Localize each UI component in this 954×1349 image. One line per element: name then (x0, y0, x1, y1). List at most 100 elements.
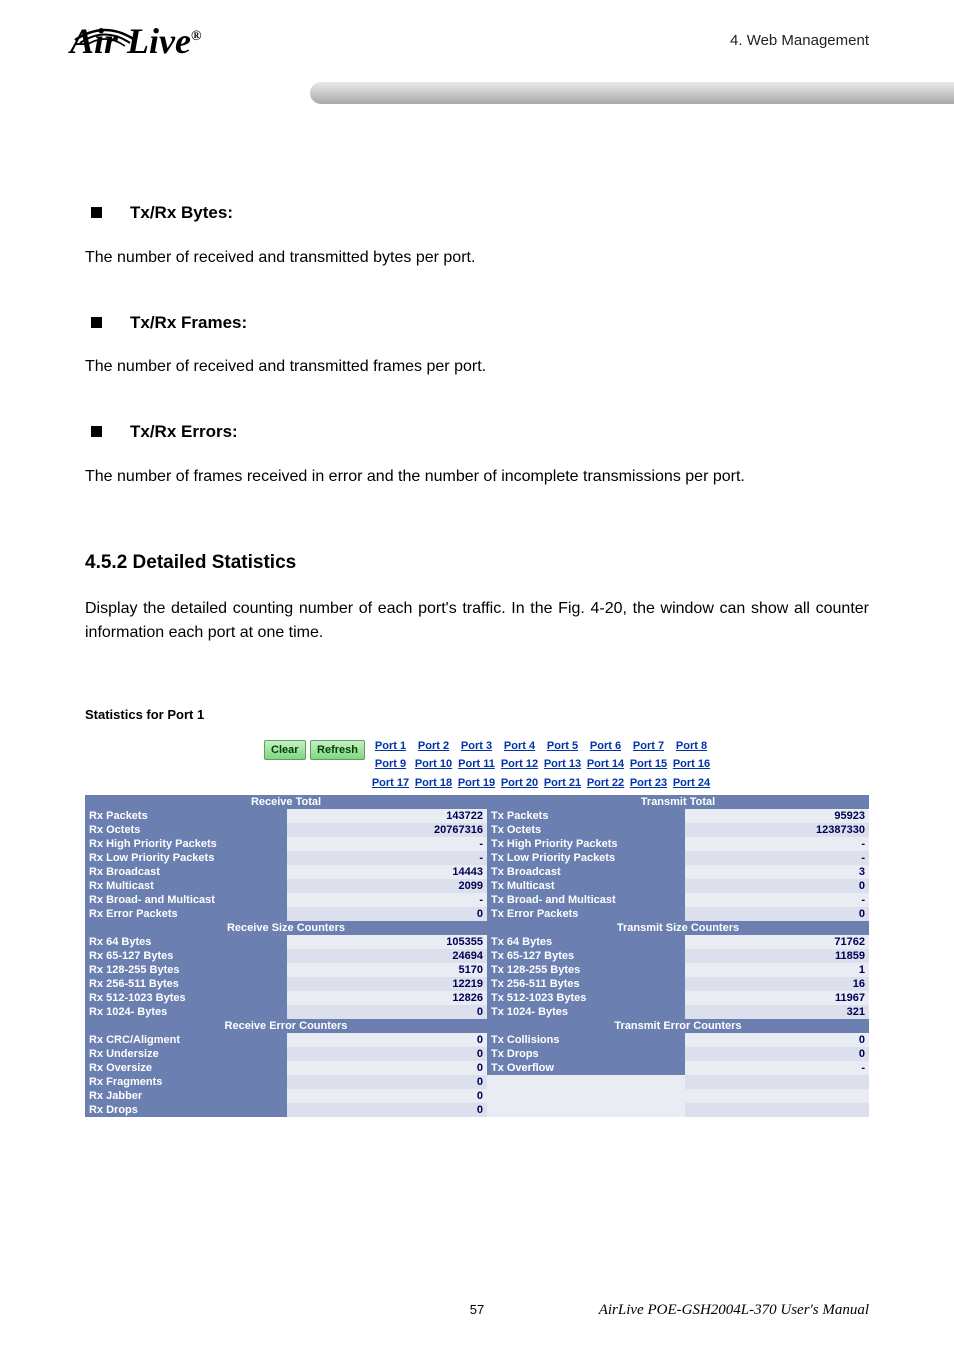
port-link[interactable]: Port 15 (627, 755, 670, 774)
tx-value: 1 (685, 963, 869, 977)
port-link[interactable]: Port 5 (541, 737, 584, 756)
page-number: 57 (470, 1302, 484, 1317)
section-header-right: Transmit Total (487, 795, 869, 809)
rx-value: 0 (287, 1005, 487, 1019)
tx-label: Tx Octets (487, 823, 685, 837)
port-link[interactable]: Port 9 (369, 755, 412, 774)
logo-name: Air Live (70, 21, 191, 61)
rx-value: 0 (287, 1033, 487, 1047)
bullet-item: Tx/Rx Bytes: (85, 200, 869, 226)
port-link[interactable]: Port 4 (498, 737, 541, 756)
rx-value: 0 (287, 907, 487, 921)
tx-label: Tx 128-255 Bytes (487, 963, 685, 977)
rx-value: 0 (287, 1061, 487, 1075)
port-link[interactable]: Port 19 (455, 774, 498, 793)
section-header-left: Receive Total (85, 795, 487, 809)
port-link[interactable]: Port 17 (369, 774, 412, 793)
bullet-paragraph: The number of frames received in error a… (85, 465, 869, 489)
tx-value: - (685, 893, 869, 907)
rx-value: 12219 (287, 977, 487, 991)
bullet-item: Tx/Rx Frames: (85, 310, 869, 336)
rx-value: 5170 (287, 963, 487, 977)
port-link[interactable]: Port 24 (670, 774, 713, 793)
port-links-grid: Port 1Port 2Port 3Port 4Port 5Port 6Port… (369, 737, 713, 793)
clear-button[interactable]: Clear (264, 740, 306, 761)
tx-value: 95923 (685, 809, 869, 823)
rx-value: 143722 (287, 809, 487, 823)
tx-label: Tx Error Packets (487, 907, 685, 921)
port-link[interactable]: Port 23 (627, 774, 670, 793)
tx-value: 12387330 (685, 823, 869, 837)
rx-label: Rx Multicast (85, 879, 287, 893)
port-link[interactable]: Port 13 (541, 755, 584, 774)
rx-value: 0 (287, 1047, 487, 1061)
port-link[interactable]: Port 11 (455, 755, 498, 774)
port-link[interactable]: Port 20 (498, 774, 541, 793)
rx-label: Rx Undersize (85, 1047, 287, 1061)
rx-label: Rx High Priority Packets (85, 837, 287, 851)
port-link[interactable]: Port 7 (627, 737, 670, 756)
rx-label: Rx Packets (85, 809, 287, 823)
tx-label: Tx Low Priority Packets (487, 851, 685, 865)
tx-label: Tx Broadcast (487, 865, 685, 879)
rx-label: Rx Oversize (85, 1061, 287, 1075)
square-bullet-icon (91, 426, 102, 437)
port-link[interactable]: Port 6 (584, 737, 627, 756)
rx-label: Rx 65-127 Bytes (85, 949, 287, 963)
section-header-left: Receive Error Counters (85, 1019, 487, 1033)
tx-label: Tx 256-511 Bytes (487, 977, 685, 991)
tx-label: Tx Collisions (487, 1033, 685, 1047)
tx-label: Tx Overflow (487, 1061, 685, 1075)
rx-label: Rx Octets (85, 823, 287, 837)
tx-value: - (685, 837, 869, 851)
bullet-title: Tx/Rx Frames: (130, 310, 247, 336)
statistics-table: Receive TotalTransmit Total Rx Packets143… (85, 795, 869, 1117)
tx-value: 0 (685, 879, 869, 893)
tx-value: 0 (685, 1033, 869, 1047)
port-link[interactable]: Port 2 (412, 737, 455, 756)
port-link[interactable]: Port 3 (455, 737, 498, 756)
tx-label-empty (487, 1103, 685, 1117)
refresh-button[interactable]: Refresh (310, 740, 365, 761)
port-link[interactable]: Port 8 (670, 737, 713, 756)
port-link[interactable]: Port 14 (584, 755, 627, 774)
tx-label: Tx 512-1023 Bytes (487, 991, 685, 1005)
tx-label: Tx 65-127 Bytes (487, 949, 685, 963)
rx-value: - (287, 837, 487, 851)
section-header-left: Receive Size Counters (85, 921, 487, 935)
tx-value: 0 (685, 1047, 869, 1061)
rx-value: 20767316 (287, 823, 487, 837)
rx-value: 0 (287, 1075, 487, 1089)
rx-value: 24694 (287, 949, 487, 963)
header-divider-bar (310, 82, 954, 104)
rx-value: 14443 (287, 865, 487, 879)
tx-value: 16 (685, 977, 869, 991)
rx-label: Rx Drops (85, 1103, 287, 1117)
tx-label-empty (487, 1089, 685, 1103)
manual-title: AirLive POE-GSH2004L-370 User's Manual (599, 1302, 869, 1319)
rx-label: Rx 256-511 Bytes (85, 977, 287, 991)
tx-label: Tx Packets (487, 809, 685, 823)
port-link[interactable]: Port 16 (670, 755, 713, 774)
port-link[interactable]: Port 18 (412, 774, 455, 793)
tx-value: 321 (685, 1005, 869, 1019)
rx-value: - (287, 851, 487, 865)
section-header-right: Transmit Size Counters (487, 921, 869, 935)
rx-value: - (287, 893, 487, 907)
port-link[interactable]: Port 10 (412, 755, 455, 774)
bullet-title: Tx/Rx Bytes: (130, 200, 233, 226)
rx-value: 2099 (287, 879, 487, 893)
rx-value: 0 (287, 1103, 487, 1117)
logo-text: Air Live® (70, 20, 201, 62)
port-link[interactable]: Port 22 (584, 774, 627, 793)
port-link[interactable]: Port 1 (369, 737, 412, 756)
rx-value: 12826 (287, 991, 487, 1005)
tx-label: Tx Drops (487, 1047, 685, 1061)
tx-label: Tx High Priority Packets (487, 837, 685, 851)
rx-label: Rx Broadcast (85, 865, 287, 879)
bullet-paragraph: The number of received and transmitted b… (85, 246, 869, 270)
port-link[interactable]: Port 21 (541, 774, 584, 793)
bullet-title: Tx/Rx Errors: (130, 419, 238, 445)
port-link[interactable]: Port 12 (498, 755, 541, 774)
section-heading: 4.5.2 Detailed Statistics (85, 549, 869, 578)
